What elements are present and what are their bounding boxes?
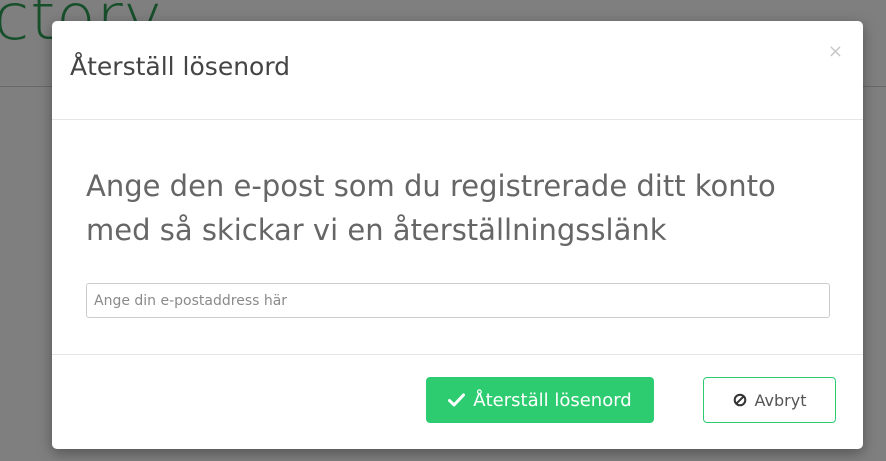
cancel-button[interactable]: Avbryt [703,377,836,423]
reset-password-button[interactable]: Återställ lösenord [426,377,654,423]
email-field[interactable] [86,283,830,318]
instruction-text: Ange den e-post som du registrerade ditt… [86,169,776,247]
modal-footer: Återställ lösenord Avbryt [52,354,863,449]
reset-password-dialog: Återställ lösenord × Ange den e-post som… [52,21,863,449]
check-icon [448,393,466,407]
ban-icon [733,393,747,407]
modal-body: Ange den e-post som du registrerade ditt… [52,120,863,354]
modal-header: Återställ lösenord × [52,21,863,120]
reset-password-label: Återställ lösenord [473,389,632,411]
close-icon[interactable]: × [828,43,843,61]
page: ctory Återställ lösenord × Ange den e-po… [0,0,886,461]
modal-title: Återställ lösenord [70,52,291,81]
cancel-label: Avbryt [754,390,807,410]
